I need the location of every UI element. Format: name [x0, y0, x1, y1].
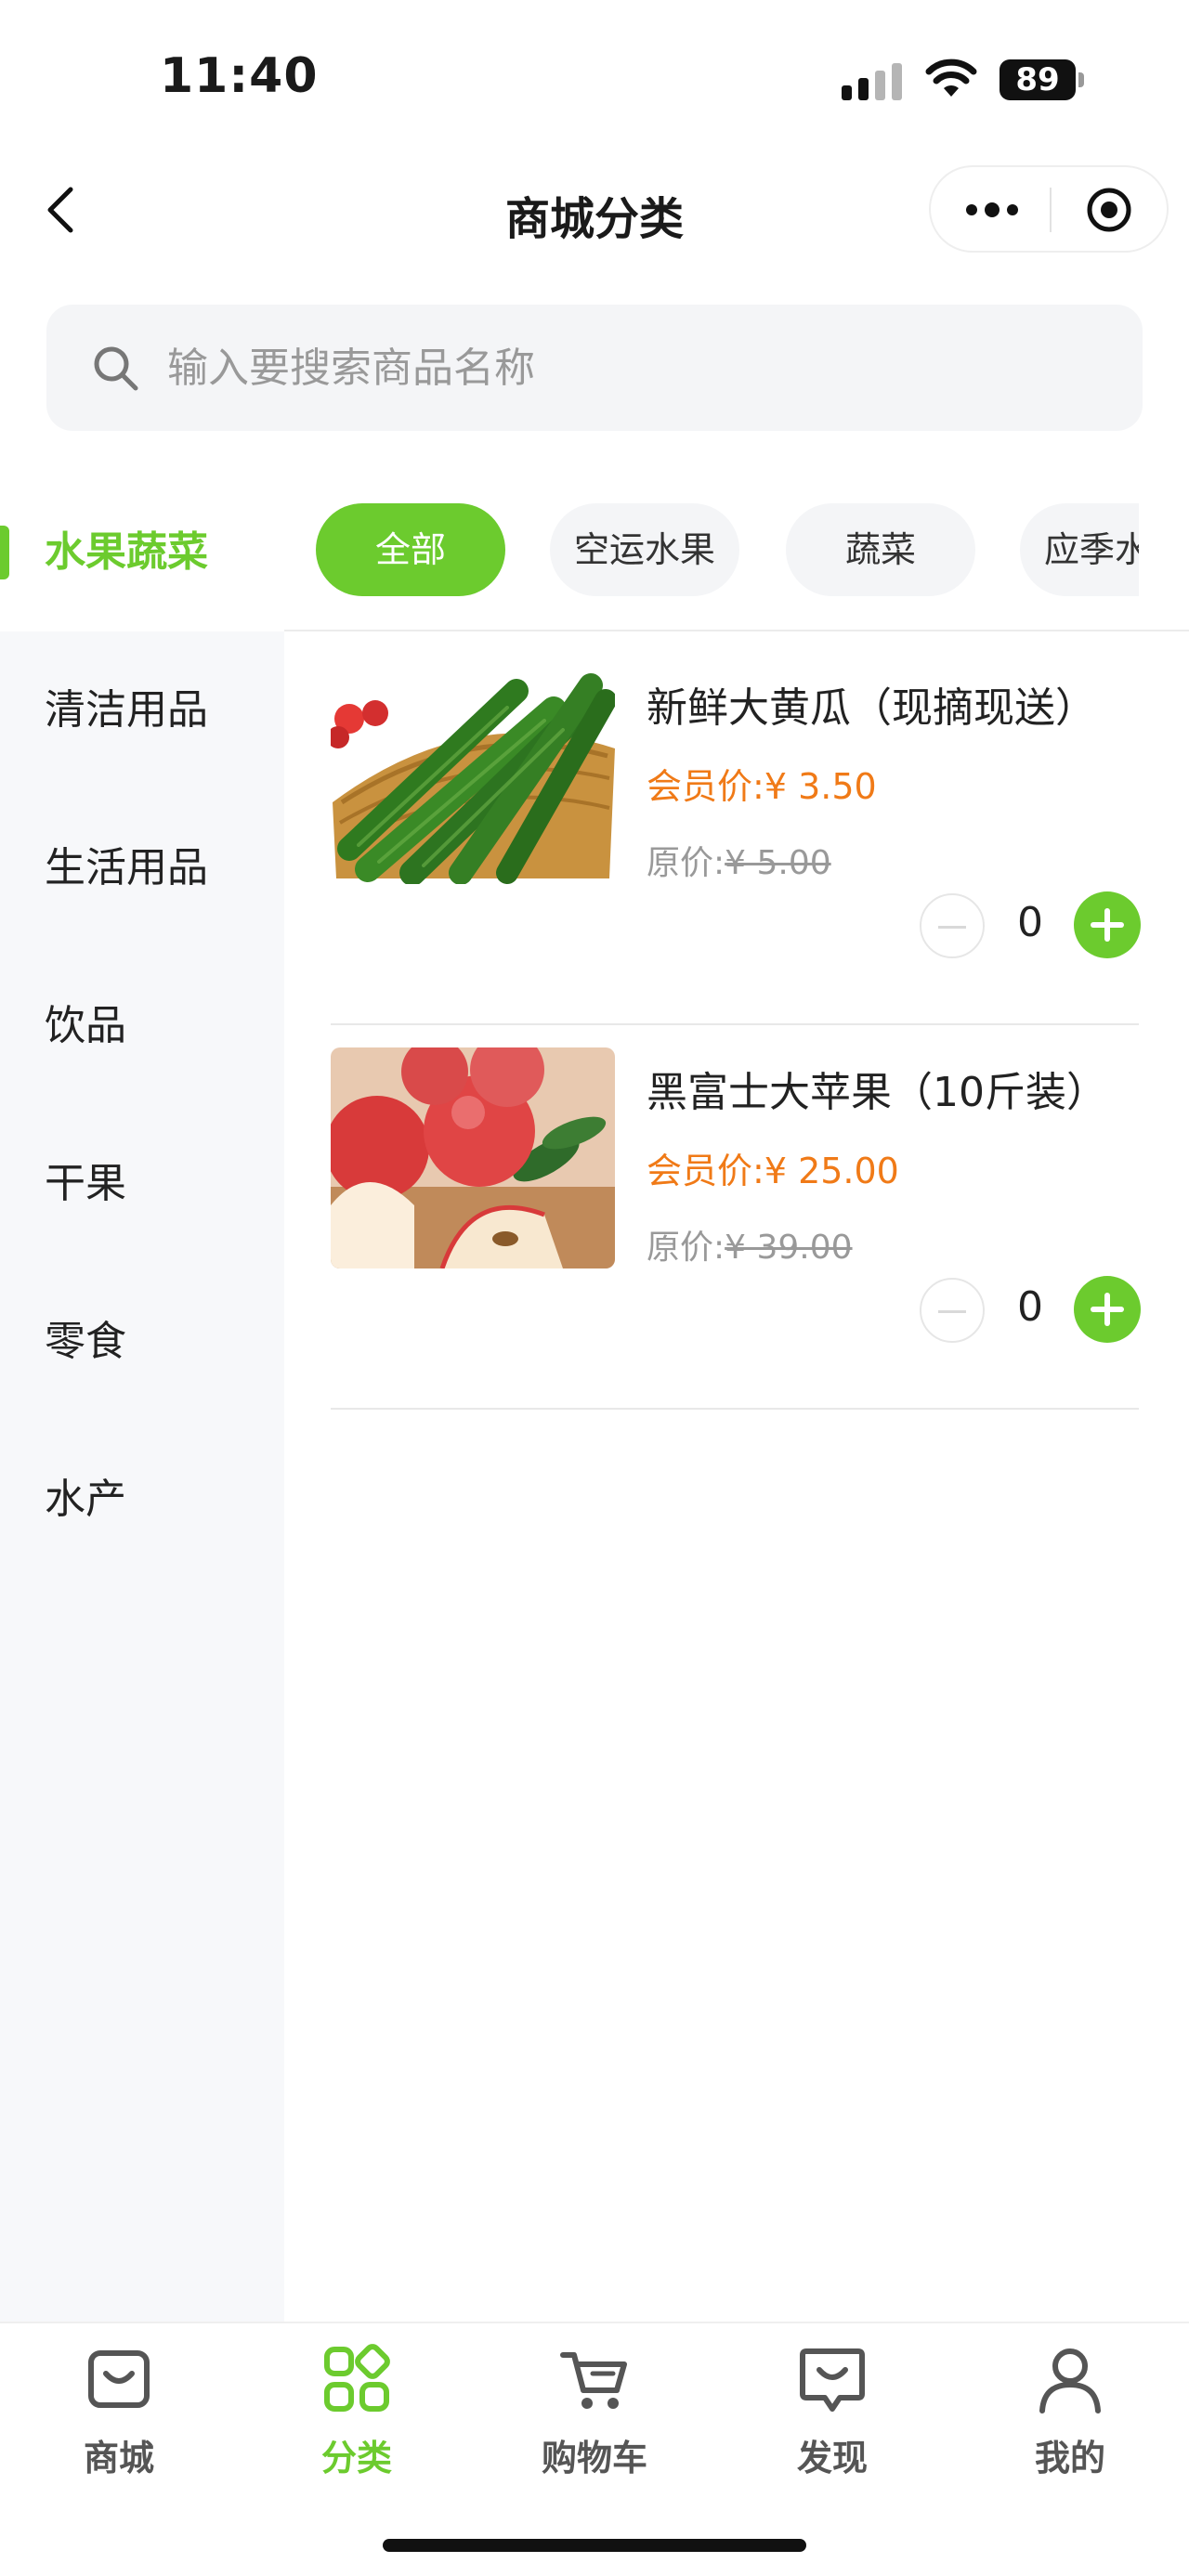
product-card[interactable]: 新鲜大黄瓜（现摘现送） 会员价:¥ 3.50 原价:¥ 5.00 0 — [331, 641, 1141, 1025]
chip-vegetables[interactable]: 蔬菜 — [786, 503, 975, 596]
member-price-label: 会员价: — [647, 766, 764, 807]
category-sidebar: 水果蔬菜 清洁用品 生活用品 饮品 干果 零食 水产 — [0, 474, 284, 2322]
product-name[interactable]: 新鲜大黄瓜（现摘现送） — [647, 674, 1096, 734]
sidebar-item-label: 干果 — [45, 1160, 126, 1207]
cucumber-photo[interactable] — [331, 663, 615, 884]
sidebar-item-seafood[interactable]: 水产 — [0, 1421, 284, 1579]
original-price: 原价:¥ 39.00 — [647, 1220, 853, 1268]
member-price-value: ¥ 25.00 — [764, 1151, 899, 1191]
sidebar-item-dried-fruit[interactable]: 干果 — [0, 1105, 284, 1263]
sidebar-item-label: 清洁用品 — [45, 686, 208, 734]
sidebar-item-label: 饮品 — [45, 1002, 126, 1049]
tab-label: 分类 — [320, 2438, 392, 2478]
sidebar-item-cleaning[interactable]: 清洁用品 — [0, 631, 284, 789]
sidebar-item-label: 生活用品 — [45, 844, 208, 891]
tab-cart[interactable]: 购物车 — [476, 2342, 713, 2491]
discover-icon — [800, 2348, 865, 2412]
shopping-bag-icon — [88, 2350, 150, 2408]
tab-label: 发现 — [796, 2438, 868, 2478]
chip-air-fruit[interactable]: 空运水果 — [550, 503, 739, 596]
increase-quantity-button[interactable] — [1074, 891, 1141, 958]
original-price-value: ¥ 39.00 — [725, 1229, 853, 1267]
member-price-label: 会员价: — [647, 1151, 764, 1191]
subcategory-chips: 全部 空运水果 蔬菜 应季水果 — [284, 474, 1189, 631]
apple-photo[interactable] — [331, 1047, 615, 1268]
product-card[interactable]: 黑富士大苹果（10斤装） 会员价:¥ 25.00 原价:¥ 39.00 0 — [331, 1025, 1141, 1410]
tab-label: 购物车 — [541, 2438, 647, 2478]
quantity-value: 0 — [1017, 1283, 1043, 1331]
sidebar-item-snacks[interactable]: 零食 — [0, 1263, 284, 1421]
search-box[interactable] — [46, 305, 1143, 431]
home-indicator — [383, 2539, 806, 2552]
category-grid-icon — [324, 2344, 390, 2412]
tab-discover[interactable]: 发现 — [713, 2342, 951, 2491]
bottom-tab-bar: 商城 分类 购物车 发现 我的 — [0, 2322, 1189, 2576]
cart-icon — [560, 2352, 627, 2409]
product-name[interactable]: 黑富士大苹果（10斤装） — [647, 1059, 1107, 1118]
back-icon[interactable] — [39, 182, 84, 238]
member-price-value: ¥ 3.50 — [764, 766, 877, 807]
divider — [284, 630, 1189, 631]
tab-label: 我的 — [1034, 2438, 1105, 2478]
user-icon — [1039, 2348, 1101, 2413]
original-price-label: 原价: — [647, 1229, 725, 1267]
signal-icon — [842, 63, 902, 100]
member-price: 会员价:¥ 25.00 — [647, 1142, 899, 1193]
nav-bar: 商城分类 — [0, 149, 1189, 269]
status-time: 11:40 — [160, 48, 319, 104]
divider — [331, 1408, 1139, 1410]
sidebar-item-drinks[interactable]: 饮品 — [0, 947, 284, 1105]
member-price: 会员价:¥ 3.50 — [647, 758, 877, 809]
search-input[interactable] — [167, 336, 1096, 399]
wifi-icon — [925, 59, 977, 97]
decrease-quantity-button[interactable] — [920, 1278, 985, 1343]
tab-profile[interactable]: 我的 — [951, 2342, 1189, 2491]
more-icon[interactable] — [959, 186, 1026, 234]
original-price: 原价:¥ 5.00 — [647, 836, 831, 884]
sidebar-item-label: 零食 — [45, 1318, 126, 1365]
tab-home[interactable]: 商城 — [0, 2342, 238, 2491]
chip-seasonal-fruit[interactable]: 应季水果 — [1020, 503, 1139, 596]
close-target-icon[interactable] — [1085, 186, 1133, 234]
sidebar-item-label: 水果蔬菜 — [45, 528, 208, 576]
sidebar-item-daily[interactable]: 生活用品 — [0, 789, 284, 947]
battery-icon: 89 — [1000, 59, 1084, 100]
original-price-label: 原价: — [647, 844, 725, 882]
status-bar: 11:40 89 — [0, 0, 1189, 139]
original-price-value: ¥ 5.00 — [725, 844, 831, 882]
chip-all[interactable]: 全部 — [316, 503, 505, 596]
battery-level: 89 — [1000, 59, 1076, 100]
quantity-value: 0 — [1017, 899, 1043, 946]
tab-label: 商城 — [83, 2438, 154, 2478]
mini-program-capsule — [929, 165, 1169, 253]
tab-category[interactable]: 分类 — [238, 2342, 476, 2491]
search-icon — [94, 346, 138, 391]
decrease-quantity-button[interactable] — [920, 893, 985, 958]
sidebar-item-label: 水产 — [45, 1476, 126, 1523]
increase-quantity-button[interactable] — [1074, 1276, 1141, 1343]
sidebar-item-fruit-veg[interactable]: 水果蔬菜 — [0, 474, 284, 631]
active-indicator — [0, 526, 9, 579]
